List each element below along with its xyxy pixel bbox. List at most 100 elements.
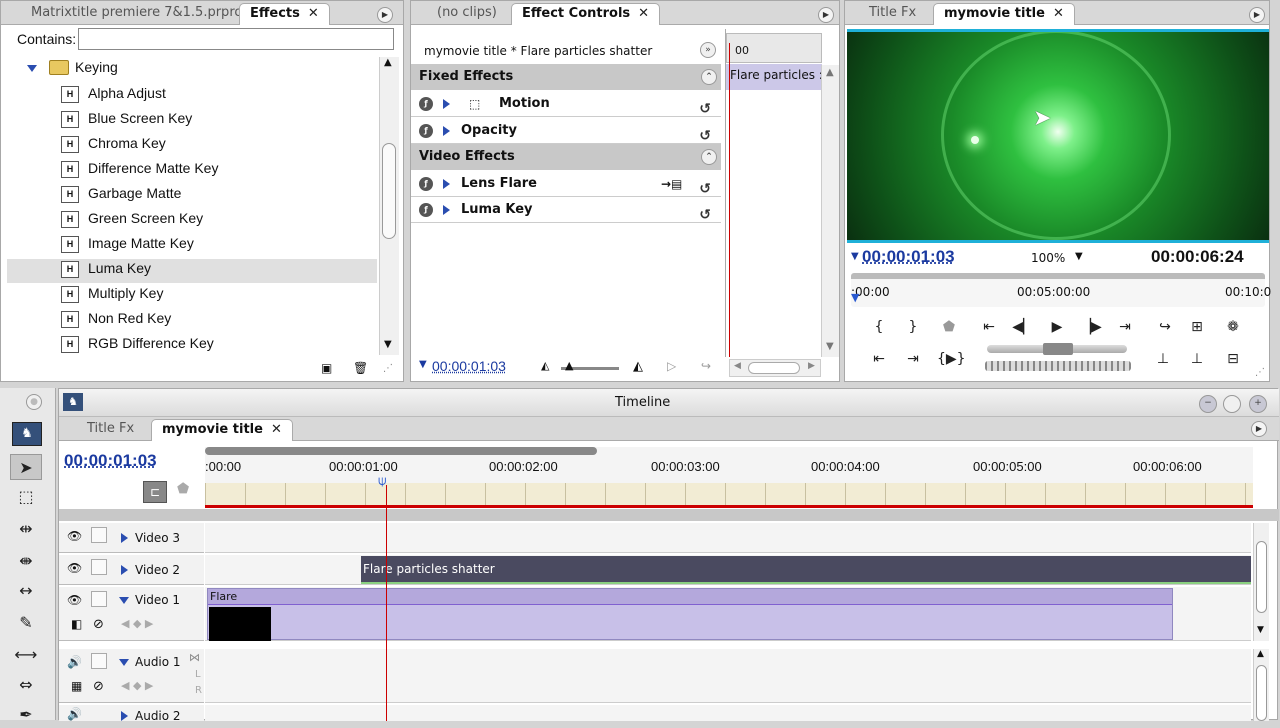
loop-icon[interactable]: ↪ [701,359,711,373]
fx-toggle-icon[interactable]: ƒ [419,203,433,217]
shuttle-slider[interactable] [987,343,1127,355]
effect-row-opacity[interactable]: ƒ Opacity ↺ [411,118,721,144]
snap-icon[interactable]: ⊏ [143,481,167,503]
effect-list-item[interactable]: H Garbage Matte [61,181,181,205]
clip-flare[interactable]: Flare [207,588,1173,641]
collapse-icon[interactable]: ⌃ [701,69,717,85]
eye-icon[interactable]: 👁 [67,593,82,607]
set-in-icon[interactable]: { [867,319,891,335]
pen-tool-icon[interactable]: ✒ [10,702,42,728]
close-icon[interactable]: ✕ [271,422,282,437]
rate-stretch-tool-icon[interactable]: ↔ [10,578,42,604]
ec-playhead[interactable] [729,43,730,357]
zoom-slider-thumb[interactable]: ▲ [565,359,573,372]
lock-toggle[interactable] [91,591,107,607]
set-marker-icon[interactable]: ⬟ [177,481,189,497]
panel-menu-icon[interactable]: ▶ [377,7,393,23]
expand-triangle-icon[interactable] [27,65,37,72]
go-to-prev-edit-icon[interactable]: ⇤ [867,351,891,367]
close-icon[interactable]: ✕ [1053,6,1064,21]
restore-icon[interactable] [1223,395,1241,413]
contains-input[interactable] [78,28,394,50]
tab-mymovie-title[interactable]: mymovie title ✕ [933,3,1075,25]
go-to-in-icon[interactable]: ⇤ [977,319,1001,335]
jog-dial[interactable] [985,361,1131,371]
track-lane-audio1[interactable] [205,649,1251,703]
close-icon[interactable]: ✕ [308,6,319,21]
set-out-icon[interactable]: } [901,319,925,335]
trash-icon[interactable]: 🗑 [353,361,368,375]
effect-list-item[interactable]: H Luma Key [61,256,151,280]
selection-tool-icon[interactable]: ➤ [10,454,42,480]
panel-menu-icon[interactable]: ▶ [818,7,834,23]
collapse-triangle-icon[interactable] [119,659,129,666]
scroll-thumb[interactable] [1256,665,1267,721]
speaker-icon[interactable]: 🔊 [67,707,82,721]
effect-list-item[interactable]: H Difference Matte Key [61,156,218,180]
maximize-icon[interactable]: + [1249,395,1267,413]
expand-triangle-icon[interactable] [443,126,450,136]
play-in-to-out-icon[interactable]: {▶} [937,351,966,367]
ec-hscroll[interactable]: ◀ ▶ [729,359,821,377]
clip-flare-particles[interactable]: Flare particles shatter [361,556,1251,584]
ec-clip-bar[interactable]: Flare particles : [726,64,822,90]
slip-tool-icon[interactable]: ⟷ [10,642,42,668]
effect-list-item[interactable]: H Image Matte Key [61,231,194,255]
effect-list-item[interactable]: H Alpha Adjust [61,81,166,105]
tab-title-fx[interactable]: Title Fx [77,419,144,441]
keyframe-nav-icon[interactable]: ◀ ◆ ▶ [121,617,153,630]
lock-toggle[interactable] [91,653,107,669]
effect-list-item[interactable]: H Chroma Key [61,131,166,155]
lift-icon[interactable]: ⊥ [1151,351,1175,367]
tab-project[interactable]: Matrixtitle premiere 7&1.5.prproj [21,3,256,25]
timeline-playhead[interactable] [386,485,387,721]
play-audio-icon[interactable]: ▷ [667,359,676,373]
expand-triangle-icon[interactable] [121,565,128,575]
tools-close-icon[interactable]: ● [26,394,42,410]
minimize-icon[interactable]: − [1199,395,1217,413]
track-lane-video3[interactable] [205,523,1251,553]
play-icon[interactable]: ▶ [1045,319,1069,335]
zoom-in-icon[interactable]: ◭ [633,359,643,374]
show-keyframes-icon[interactable]: ⊘ [93,617,104,632]
scroll-thumb[interactable] [382,143,396,239]
effect-row-motion[interactable]: ƒ ⬚ Motion ↺ [411,91,721,117]
eye-icon[interactable]: 👁 [67,561,82,575]
razor-tool-icon[interactable]: ✎ [10,610,42,636]
step-back-icon[interactable]: ◀▏ [1011,319,1035,335]
resize-grip-icon[interactable]: ⋰ [383,363,393,374]
video-preview[interactable]: ➤ [847,29,1269,243]
rolling-edit-tool-icon[interactable]: ⇼ [10,548,42,574]
video-vscroll[interactable]: ▼ [1253,523,1269,641]
track-select-tool-icon[interactable]: ⬚ [10,484,42,510]
eye-icon[interactable]: 👁 [67,529,82,543]
collapse-icon[interactable]: ⌃ [701,149,717,165]
fx-toggle-icon[interactable]: ƒ [419,177,433,191]
tab-no-clips[interactable]: (no clips) [427,3,507,25]
lock-toggle[interactable] [91,527,107,543]
show-keyframes-icon[interactable]: ⊘ [93,679,104,694]
effect-list-item[interactable]: H Multiply Key [61,281,163,305]
track-header-video3[interactable]: 👁 Video 3 [59,523,204,553]
trim-icon[interactable]: ⊟ [1221,351,1245,367]
tab-effect-controls[interactable]: Effect Controls ✕ [511,3,661,25]
waveform-icon[interactable]: ▦ [71,679,82,693]
track-header-video1[interactable]: 👁 Video 1 ◧ ⊘ ◀ ◆ ▶ [59,587,204,641]
effect-list-item[interactable]: H Green Screen Key [61,206,203,230]
speaker-icon[interactable]: 🔊 [67,655,82,669]
monitor-current-time[interactable]: 00:00:01:03 [862,247,955,267]
expand-triangle-icon[interactable] [443,205,450,215]
show-hide-timeline-icon[interactable]: » [700,42,716,58]
safe-margins-icon[interactable]: ⊞ [1185,319,1209,335]
lock-toggle[interactable] [91,559,107,575]
timeline-timecode[interactable]: 00:00:01:03 [64,451,157,471]
ec-vscroll[interactable]: ▲ ▼ [821,65,839,357]
close-icon[interactable]: ✕ [638,6,649,21]
effect-list-item[interactable]: H Blue Screen Key [61,106,192,130]
panel-menu-icon[interactable]: ▶ [1249,7,1265,23]
setup-dialog-icon[interactable]: →▤ [661,171,682,197]
work-area-bar[interactable] [205,447,597,455]
set-marker-icon[interactable]: ⬟ [937,319,961,335]
audio-vscroll[interactable]: ▲ [1253,649,1269,721]
go-to-out-icon[interactable]: ⇥ [1113,319,1137,335]
